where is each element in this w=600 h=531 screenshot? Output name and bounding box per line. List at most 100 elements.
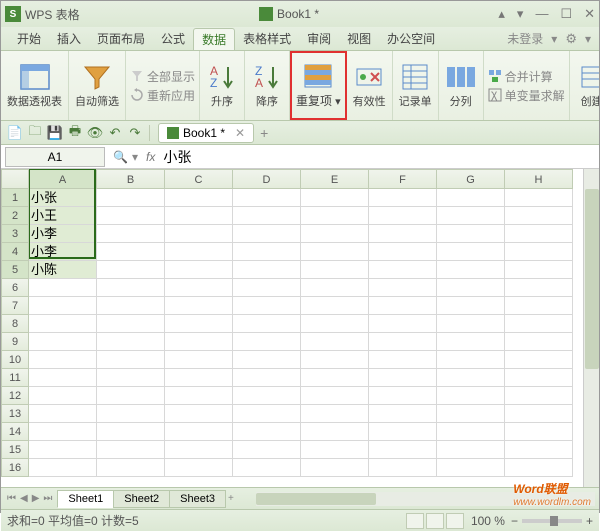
row-header-2[interactable]: 2 [1, 207, 29, 225]
col-header-G[interactable]: G [437, 169, 505, 189]
cell-F11[interactable] [369, 369, 437, 387]
cell-A14[interactable] [29, 423, 97, 441]
cell-D7[interactable] [233, 297, 301, 315]
col-header-F[interactable]: F [369, 169, 437, 189]
row-header-15[interactable]: 15 [1, 441, 29, 459]
cell-B1[interactable] [97, 189, 165, 207]
cell-B8[interactable] [97, 315, 165, 333]
cell-G2[interactable] [437, 207, 505, 225]
zoom-label[interactable]: 100 % [471, 514, 505, 528]
cell-B15[interactable] [97, 441, 165, 459]
login-drop-icon[interactable]: ▾ [551, 32, 557, 46]
cell-A7[interactable] [29, 297, 97, 315]
col-header-A[interactable]: A [29, 169, 97, 189]
cell-B2[interactable] [97, 207, 165, 225]
col-header-C[interactable]: C [165, 169, 233, 189]
qat-preview-button[interactable]: 👁 [86, 124, 104, 142]
select-all-corner[interactable] [1, 169, 29, 189]
cell-D12[interactable] [233, 387, 301, 405]
cell-F4[interactable] [369, 243, 437, 261]
qat-new-button[interactable]: 📄 [6, 124, 24, 142]
row-header-14[interactable]: 14 [1, 423, 29, 441]
cell-D14[interactable] [233, 423, 301, 441]
cell-A8[interactable] [29, 315, 97, 333]
spreadsheet-grid[interactable]: 12345678910111213141516 ABCDEFGH 小张小王小李小… [1, 169, 599, 487]
menu-tab-开始[interactable]: 开始 [9, 28, 49, 50]
cell-G13[interactable] [437, 405, 505, 423]
row-header-12[interactable]: 12 [1, 387, 29, 405]
col-header-B[interactable]: B [97, 169, 165, 189]
cell-E8[interactable] [301, 315, 369, 333]
cell-C1[interactable] [165, 189, 233, 207]
cell-D15[interactable] [233, 441, 301, 459]
sheet-tab-Sheet1[interactable]: Sheet1 [57, 490, 114, 508]
consolidate-button[interactable]: 合并计算 [488, 68, 565, 85]
qat-save-button[interactable]: 💾 [46, 124, 64, 142]
cell-H14[interactable] [505, 423, 573, 441]
sheet-nav-last[interactable]: ⏭ [43, 493, 52, 504]
menu-tab-审阅[interactable]: 审阅 [299, 28, 339, 50]
ribbon-collapse-icon[interactable]: ▴ [498, 6, 505, 22]
cell-G16[interactable] [437, 459, 505, 477]
cell-H2[interactable] [505, 207, 573, 225]
cell-F15[interactable] [369, 441, 437, 459]
maximize-button[interactable]: ☐ [560, 6, 572, 22]
minimize-button[interactable]: — [535, 6, 548, 22]
vscroll-thumb[interactable] [585, 189, 599, 369]
row-header-6[interactable]: 6 [1, 279, 29, 297]
horizontal-scrollbar[interactable] [256, 492, 595, 506]
cell-E12[interactable] [301, 387, 369, 405]
show-all-button[interactable]: 全部显示 [130, 68, 195, 85]
cell-F6[interactable] [369, 279, 437, 297]
cell-F1[interactable] [369, 189, 437, 207]
cell-F3[interactable] [369, 225, 437, 243]
document-tab[interactable]: Book1 * ✕ [158, 123, 254, 143]
sheet-tab-Sheet3[interactable]: Sheet3 [169, 490, 226, 508]
cell-C2[interactable] [165, 207, 233, 225]
cell-C7[interactable] [165, 297, 233, 315]
menu-tab-表格样式[interactable]: 表格样式 [235, 28, 299, 50]
cell-E10[interactable] [301, 351, 369, 369]
cell-D10[interactable] [233, 351, 301, 369]
cell-C6[interactable] [165, 279, 233, 297]
cell-E7[interactable] [301, 297, 369, 315]
cell-D9[interactable] [233, 333, 301, 351]
cell-F14[interactable] [369, 423, 437, 441]
sheet-nav-next[interactable]: ▶ [32, 493, 40, 504]
cell-D13[interactable] [233, 405, 301, 423]
cell-D2[interactable] [233, 207, 301, 225]
qat-redo-button[interactable]: ↷ [126, 124, 144, 142]
cell-G3[interactable] [437, 225, 505, 243]
cell-H12[interactable] [505, 387, 573, 405]
cell-G15[interactable] [437, 441, 505, 459]
pivot-table-button[interactable]: 数据透视表 [1, 51, 69, 120]
create-group-button[interactable]: 创建 [570, 51, 599, 120]
zoom-in-button[interactable]: + [586, 514, 593, 528]
cell-C5[interactable] [165, 261, 233, 279]
cell-A5[interactable]: 小陈 [29, 261, 97, 279]
settings-drop-icon[interactable]: ▾ [585, 32, 591, 46]
validity-button[interactable]: 有效性 [347, 51, 393, 120]
cell-C4[interactable] [165, 243, 233, 261]
cell-B6[interactable] [97, 279, 165, 297]
row-header-16[interactable]: 16 [1, 459, 29, 477]
cell-H5[interactable] [505, 261, 573, 279]
cell-G14[interactable] [437, 423, 505, 441]
cell-F10[interactable] [369, 351, 437, 369]
settings-icon[interactable]: ⚙ [565, 31, 577, 47]
cell-H9[interactable] [505, 333, 573, 351]
close-button[interactable]: ✕ [584, 6, 595, 22]
cell-E4[interactable] [301, 243, 369, 261]
cell-D8[interactable] [233, 315, 301, 333]
name-search-icon[interactable]: 🔍 [113, 150, 128, 164]
zoom-out-button[interactable]: − [511, 514, 518, 528]
qat-undo-button[interactable]: ↶ [106, 124, 124, 142]
row-header-4[interactable]: 4 [1, 243, 29, 261]
cell-E5[interactable] [301, 261, 369, 279]
cell-A4[interactable]: 小李 [29, 243, 97, 261]
cell-A11[interactable] [29, 369, 97, 387]
menu-tab-办公空间[interactable]: 办公空间 [379, 28, 443, 50]
cell-H7[interactable] [505, 297, 573, 315]
col-header-D[interactable]: D [233, 169, 301, 189]
cell-E13[interactable] [301, 405, 369, 423]
